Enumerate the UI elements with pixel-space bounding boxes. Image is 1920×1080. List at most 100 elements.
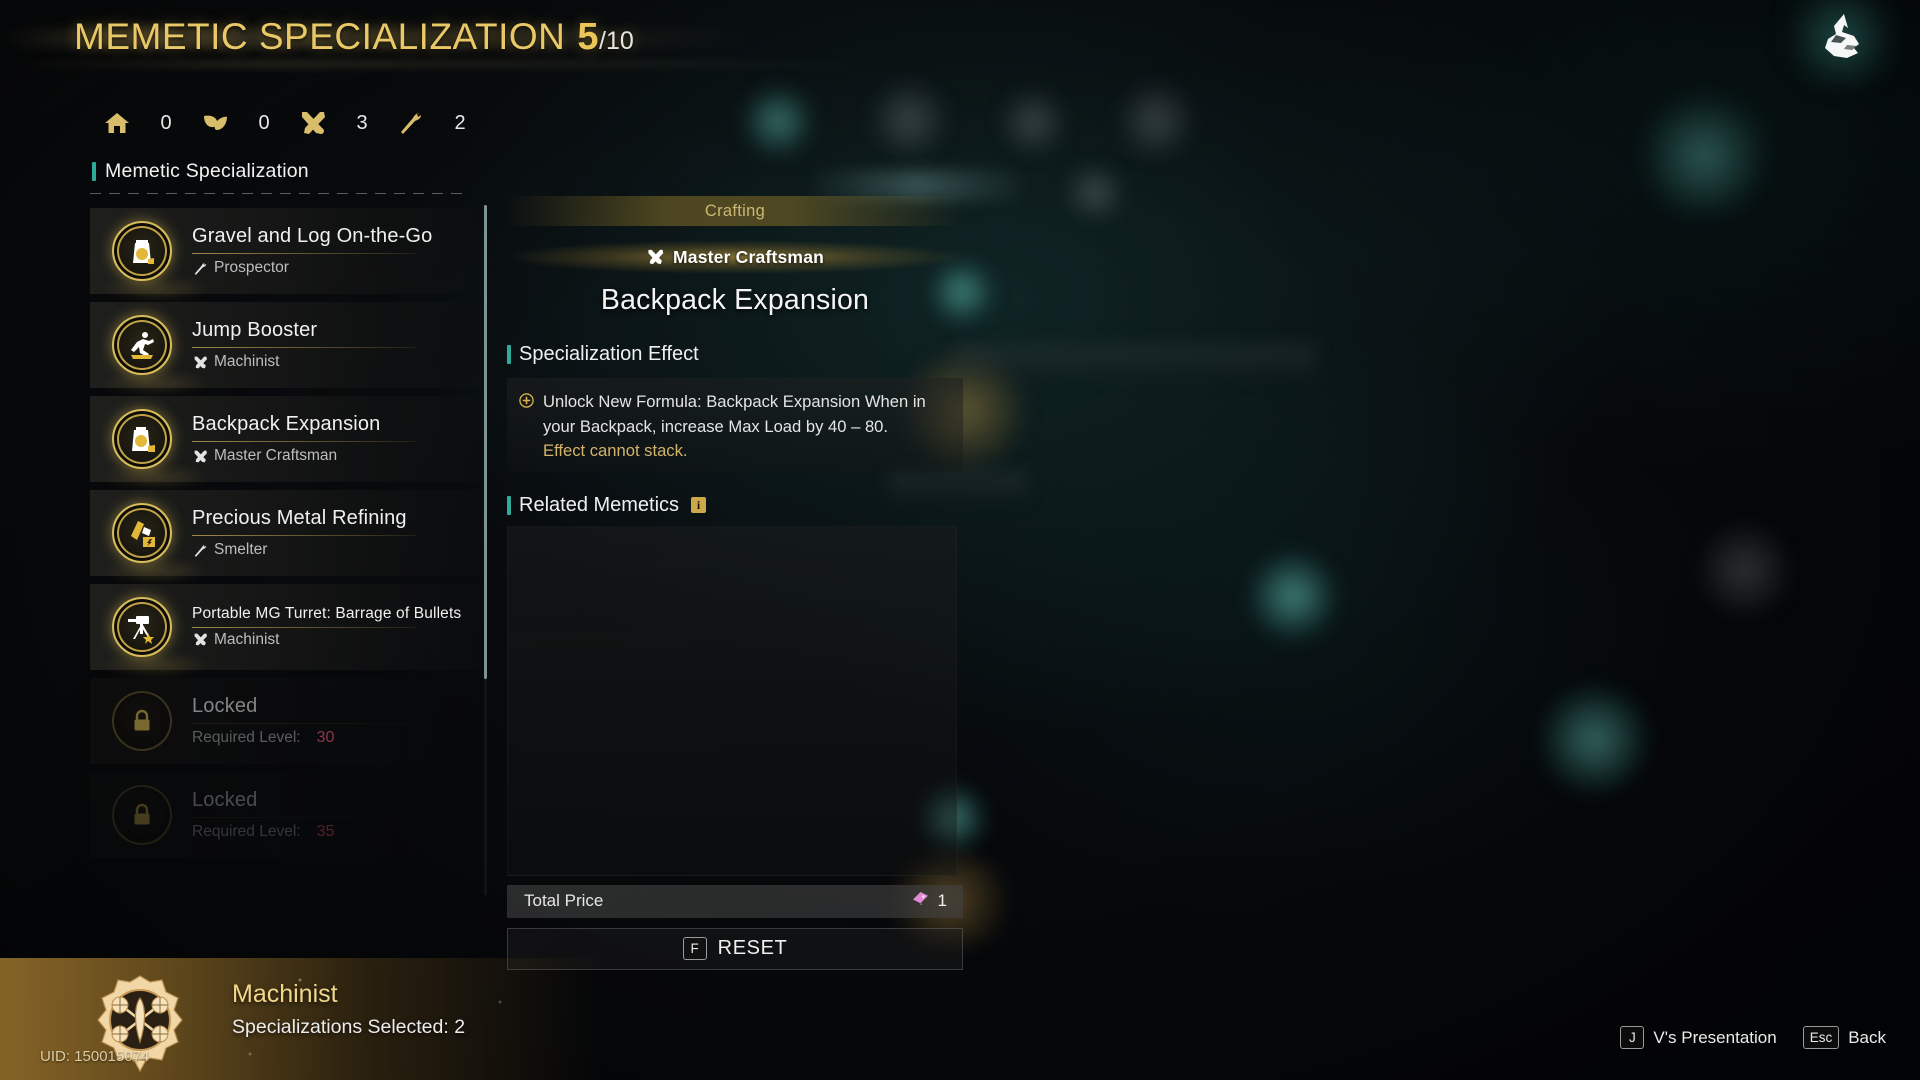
lock-icon <box>112 785 172 845</box>
stat-gathering: 2 <box>390 108 488 138</box>
stat-crafting-value: 3 <box>356 111 368 134</box>
key-hints: J V's Presentation Esc Back <box>1620 1026 1886 1049</box>
list-item-locked[interactable]: Locked Required Level: 35 <box>90 772 486 858</box>
game-screen: MEMETIC SPECIALIZATION 5 /10 0 0 3 2 Mem… <box>0 0 1920 1080</box>
list-item-title: Precious Metal Refining <box>192 507 407 529</box>
specialization-effect-label: Specialization Effect <box>519 343 699 365</box>
required-level-label: Required Level: <box>192 823 301 840</box>
list-item-subtitle: Smelter <box>192 541 470 559</box>
info-icon[interactable]: i <box>691 497 707 514</box>
turret-icon <box>112 597 172 657</box>
hint-label: V's Presentation <box>1653 1027 1777 1047</box>
detail-title: Backpack Expansion <box>600 284 870 316</box>
list-item[interactable]: Backpack Expansion Master Craftsman <box>90 396 486 488</box>
uid-label: UID: 150015074 <box>40 1048 150 1065</box>
sidebar-section-header: Memetic Specialization <box>90 160 486 183</box>
crossed-tools-icon <box>646 248 665 266</box>
category-label: Crafting <box>704 201 766 220</box>
list-item-locked[interactable]: Locked Required Level: 30 <box>90 678 486 764</box>
stat-bar: 0 0 3 2 <box>96 104 488 142</box>
sidebar-section-title: Memetic Specialization <box>105 160 309 182</box>
specialization-effect-header: Specialization Effect <box>507 343 963 366</box>
list-item-title: Backpack Expansion <box>192 413 381 435</box>
detail-panel: Crafting Master Craftsman Backpack Expan… <box>507 196 963 970</box>
crossed-tools-icon <box>292 108 334 138</box>
hint-back[interactable]: Esc Back <box>1802 1026 1886 1049</box>
list-item[interactable]: Gravel and Log On-the-Go Prospector <box>90 208 486 300</box>
list-item-class: Prospector <box>214 259 289 276</box>
hint-presentation[interactable]: J V's Presentation <box>1620 1026 1777 1049</box>
effect-text: Unlock New Formula: Backpack Expansion W… <box>543 390 947 464</box>
related-memetics-label: Related Memetics <box>519 493 680 516</box>
class-band: Master Craftsman <box>507 240 963 274</box>
effect-warning: Effect cannot stack. <box>543 441 688 461</box>
class-card-selected: Specializations Selected: 2 <box>232 1016 466 1038</box>
required-level-value: 30 <box>316 729 335 746</box>
hint-key: J <box>1620 1026 1645 1049</box>
axe-icon <box>192 261 208 276</box>
stat-gathering-value: 2 <box>454 111 466 134</box>
specialization-list[interactable]: Gravel and Log On-the-Go Prospector Jump… <box>90 208 486 904</box>
currency-icon <box>912 891 929 911</box>
sidebar-scrollbar-thumb[interactable] <box>484 205 487 679</box>
reset-keycap: F <box>682 937 707 961</box>
list-item-title: Portable MG Turret: Barrage of Bullets <box>192 605 462 623</box>
list-item[interactable]: Jump Booster Machinist <box>90 302 486 394</box>
stat-leaf-value: 0 <box>258 111 270 134</box>
list-item[interactable]: Portable MG Turret: Barrage of Bullets M… <box>90 584 486 676</box>
total-price-value: 1 <box>937 891 947 911</box>
house-icon <box>96 108 138 138</box>
plus-circle-icon <box>519 393 534 464</box>
list-item-subtitle: Machinist <box>192 631 470 649</box>
page-title: MEMETIC SPECIALIZATION 5 /10 <box>74 16 634 59</box>
list-item[interactable]: Precious Metal Refining Smelter <box>90 490 486 582</box>
list-item-subtitle: Master Craftsman <box>192 447 470 465</box>
jump-runner-icon <box>112 315 172 375</box>
list-item-title: Jump Booster <box>192 319 318 341</box>
page-title-text: MEMETIC SPECIALIZATION <box>74 16 566 57</box>
effect-box: Unlock New Formula: Backpack Expansion W… <box>507 378 963 472</box>
stat-leaf: 0 <box>194 108 292 138</box>
spec-count-current: 5 <box>577 16 600 58</box>
related-memetics-header: Related Memetics i <box>507 494 963 517</box>
list-item-title: Locked <box>192 789 258 811</box>
total-price-row: Total Price 1 <box>507 884 963 918</box>
crossed-tools-icon <box>192 632 208 647</box>
axe-icon <box>390 108 432 138</box>
bag-gold-icon <box>112 221 172 281</box>
ingot-icon <box>112 503 172 563</box>
lock-icon <box>112 691 172 751</box>
hint-label: Back <box>1848 1027 1886 1047</box>
list-item-subtitle: Required Level: 30 <box>192 729 470 747</box>
required-level-label: Required Level: <box>192 729 301 746</box>
backpack-icon <box>112 409 172 469</box>
list-item-title: Locked <box>192 695 258 717</box>
list-item-class: Machinist <box>214 630 280 648</box>
accent-bar-icon <box>92 162 96 181</box>
crossed-tools-icon <box>192 449 208 464</box>
detail-class-name: Master Craftsman <box>672 246 825 267</box>
stat-crafting: 3 <box>292 108 390 138</box>
related-memetics-panel[interactable] <box>507 525 957 876</box>
sidebar: Memetic Specialization Gravel and Log On… <box>90 160 486 858</box>
axe-icon <box>192 543 208 558</box>
leaf-icon <box>194 108 236 138</box>
hint-key: Esc <box>1802 1026 1840 1049</box>
list-item-class: Master Craftsman <box>214 447 338 464</box>
sidebar-divider <box>90 193 468 194</box>
dragon-head-logo <box>1766 0 1916 92</box>
stat-house: 0 <box>96 108 194 138</box>
accent-bar-icon <box>507 495 511 515</box>
list-item-class: Smelter <box>214 541 268 558</box>
accent-bar-icon <box>507 345 511 364</box>
effect-line-3: 40 – 80. <box>828 416 889 436</box>
required-level-value: 35 <box>316 823 335 840</box>
list-item-subtitle: Prospector <box>192 259 470 277</box>
list-item-class: Machinist <box>214 353 280 370</box>
total-price-label: Total Price <box>524 891 604 911</box>
reset-button-label: RESET <box>717 937 788 960</box>
stat-house-value: 0 <box>160 111 172 134</box>
category-band: Crafting <box>507 196 963 226</box>
class-card-name: Machinist <box>232 980 338 1008</box>
list-item-subtitle: Machinist <box>192 353 470 371</box>
